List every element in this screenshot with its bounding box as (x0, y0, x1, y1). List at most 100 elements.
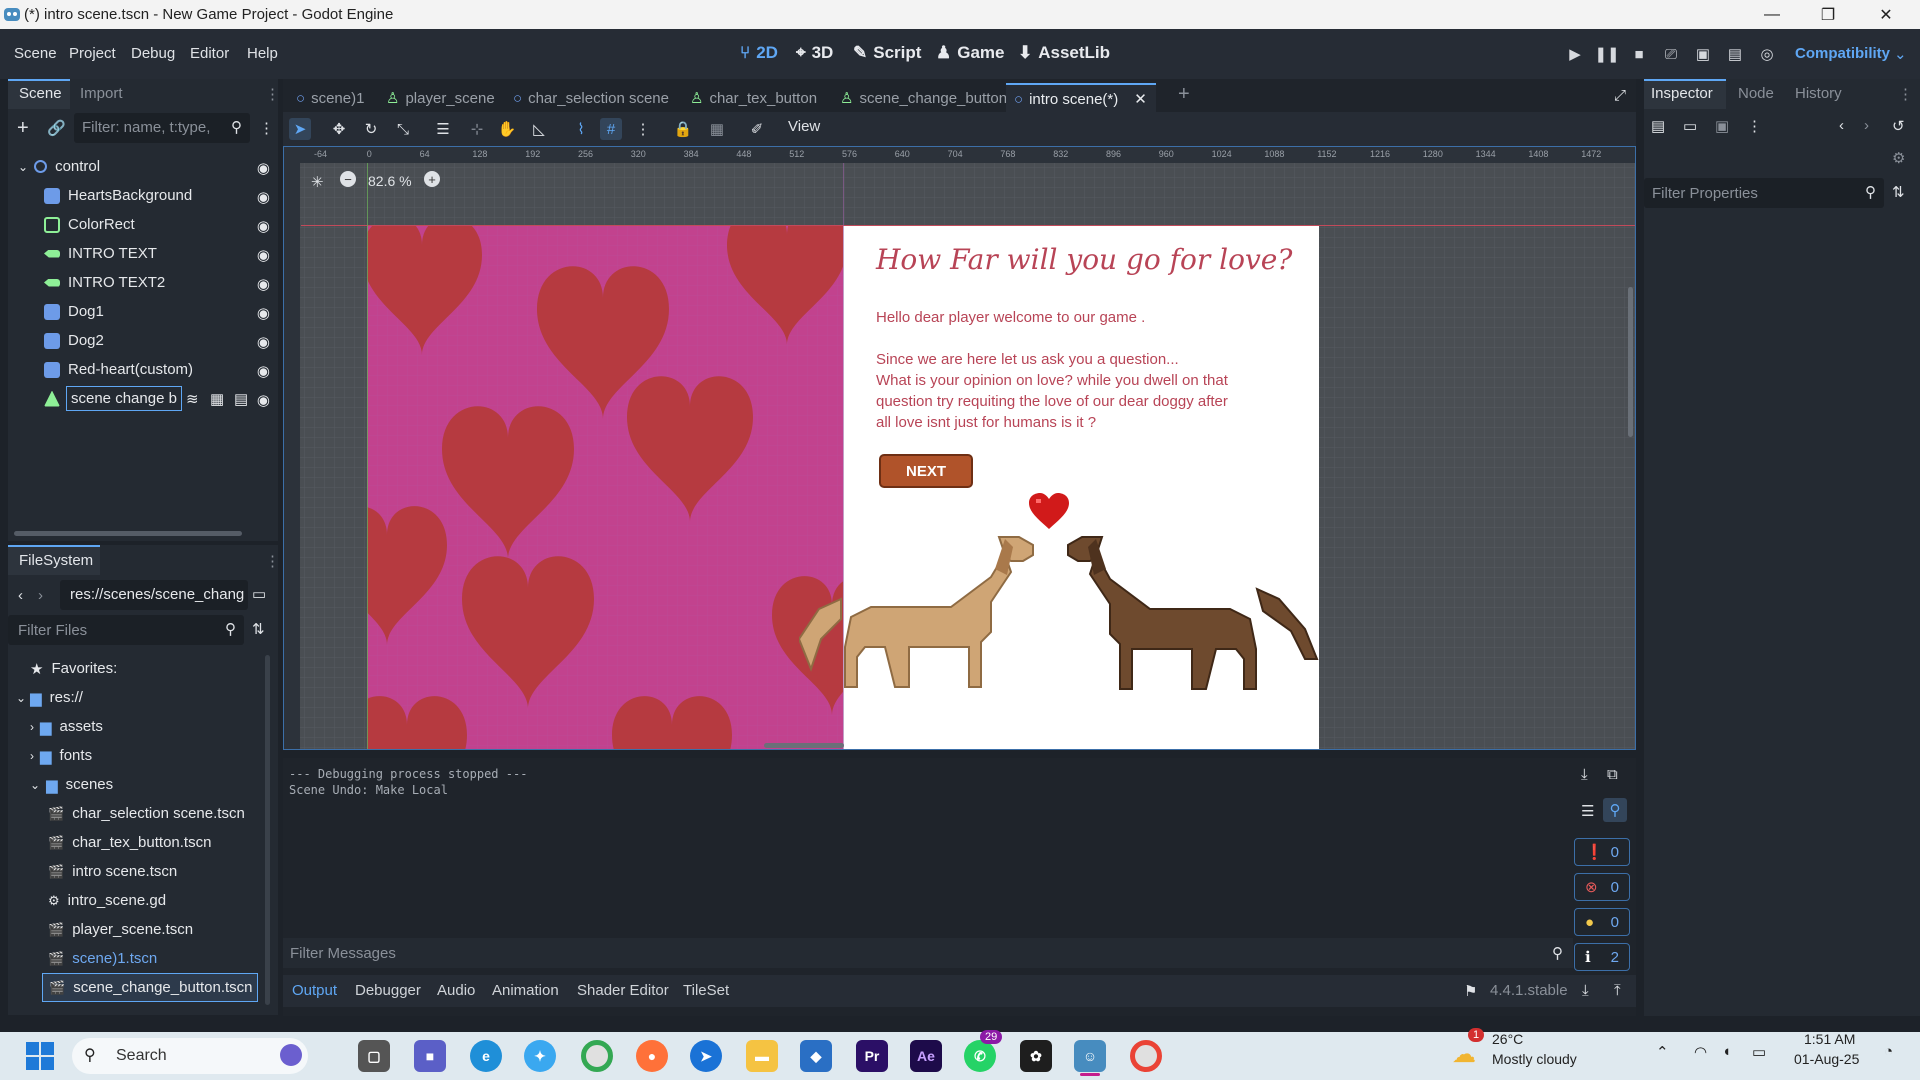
bone-icon[interactable]: ✐ (746, 118, 768, 140)
scene-options-icon[interactable]: ⋮ (259, 119, 274, 137)
filter-messages-input[interactable]: Filter Messages ⚲ (283, 938, 1573, 968)
visibility-eye-icon[interactable]: ◉ (257, 391, 270, 409)
tab-audio[interactable]: Audio (437, 982, 475, 999)
visibility-eye-icon[interactable]: ◉ (257, 217, 270, 235)
previous-icon[interactable]: ‹ (1839, 117, 1844, 134)
group-icon[interactable]: ▦ (706, 118, 728, 140)
zoom-level[interactable]: 82.6 % (368, 173, 412, 189)
new-resource-icon[interactable]: ▤ (1651, 117, 1665, 135)
canvas-horizontal-scrollbar[interactable] (764, 743, 844, 748)
premiere-pro-icon[interactable]: Pr (856, 1040, 888, 1072)
stop-icon[interactable]: ■ (1630, 45, 1648, 63)
chrome-icon[interactable] (581, 1040, 613, 1072)
main-screen-game-button[interactable]: ♟ Game (936, 43, 1005, 63)
scene-tree-node[interactable]: Dog2 ◉ (8, 326, 278, 355)
file-item[interactable]: 🎬 char_selection scene.tscn (48, 799, 264, 828)
main-screen-2d-button[interactable]: ⑂ 2D (740, 43, 778, 63)
copilot-icon[interactable]: ✦ (524, 1040, 556, 1072)
script-icon[interactable]: ▤ (234, 390, 248, 408)
visibility-eye-icon[interactable]: ◉ (257, 246, 270, 264)
maximize-button[interactable]: ❐ (1800, 0, 1856, 29)
shield-app-icon[interactable]: ◆ (800, 1040, 832, 1072)
tab-filesystem[interactable]: FileSystem (19, 552, 93, 569)
file-item[interactable]: ⚙ intro_scene.gd (48, 886, 264, 915)
zoom-out-icon[interactable]: − (340, 171, 356, 187)
move-mode-icon[interactable]: ✥ (328, 118, 350, 140)
taskbar-search-box[interactable]: ⚲ Search (72, 1038, 308, 1074)
pan-mode-icon[interactable]: ✋ (496, 118, 518, 140)
forward-icon[interactable]: › (38, 587, 43, 604)
clock-date[interactable]: 01-Aug-25 (1794, 1051, 1859, 1067)
folder-scenes[interactable]: ⌄ ▆ scenes (30, 770, 290, 799)
app-arrow-icon[interactable]: ➤ (690, 1040, 722, 1072)
scene-tab[interactable]: ♙ player_scene (386, 83, 495, 113)
distraction-free-icon[interactable]: ⤢ (1614, 87, 1626, 104)
main-screen-script-button[interactable]: ✎ Script (853, 43, 921, 63)
back-icon[interactable]: ‹ (18, 587, 23, 604)
grid-snap-icon[interactable]: # (600, 118, 622, 140)
visibility-eye-icon[interactable]: ◉ (257, 362, 270, 380)
dock-menu-icon[interactable]: ⋮ (265, 85, 280, 103)
res-root-folder[interactable]: ⌄ ▆ res:// (16, 683, 276, 712)
close-window-button[interactable]: ✕ (1858, 0, 1914, 29)
collapse-icon[interactable]: ☰ (1581, 802, 1594, 820)
tab-import[interactable]: Import (80, 85, 123, 102)
visibility-eye-icon[interactable]: ◉ (257, 333, 270, 351)
main-screen-assetlib-button[interactable]: ⬇ AssetLib (1018, 43, 1110, 63)
add-tab-icon[interactable]: + (1178, 83, 1190, 106)
rotate-mode-icon[interactable]: ↻ (360, 118, 382, 140)
snap-options-icon[interactable]: ⋮ (632, 118, 654, 140)
remote-debug-icon[interactable]: ⎚ (1662, 45, 1680, 63)
visibility-eye-icon[interactable]: ◉ (257, 275, 270, 293)
scene-tab[interactable]: ♙ scene_change_button (840, 83, 1007, 113)
tab-tileset[interactable]: TileSet (683, 982, 729, 999)
firefox-icon[interactable]: ● (636, 1040, 668, 1072)
filter-toggle-icon[interactable]: ⚲ (1603, 798, 1627, 822)
folder-fonts[interactable]: › ▆ fonts (30, 741, 290, 770)
visibility-eye-icon[interactable]: ◉ (257, 159, 270, 177)
tab-debugger[interactable]: Debugger (355, 982, 421, 999)
lock-icon[interactable]: 🔒 (672, 118, 694, 140)
figma-icon[interactable]: ✿ (1020, 1040, 1052, 1072)
after-effects-icon[interactable]: Ae (910, 1040, 942, 1072)
whatsapp-icon[interactable]: ✆ (964, 1040, 996, 1072)
chevron-down-icon[interactable]: ⌄ (1894, 45, 1907, 63)
run-current-scene-icon[interactable]: ▣ (1694, 45, 1712, 63)
toggle-split-icon[interactable]: ▭ (252, 585, 266, 603)
sort-icon[interactable]: ⇅ (252, 620, 265, 638)
dock-menu-icon[interactable]: ⋮ (265, 552, 280, 570)
select-mode-icon[interactable]: ➤ (289, 118, 311, 140)
menu-help[interactable]: Help (247, 45, 278, 62)
scroll-lock-icon[interactable]: ⤓ (1581, 766, 1588, 783)
menu-editor[interactable]: Editor (190, 45, 229, 62)
scene-tree-node[interactable]: ⌄ control ◉ (8, 152, 278, 181)
ruler-mode-icon[interactable]: ◺ (528, 118, 550, 140)
smart-snap-icon[interactable]: ⌇ (570, 118, 592, 140)
scene-tree-node[interactable]: Dog1 ◉ (8, 297, 278, 326)
scene-tree-node[interactable]: Red-heart(custom) ◉ (8, 355, 278, 384)
edge-icon[interactable]: e (470, 1040, 502, 1072)
dock-menu-icon[interactable]: ⋮ (1898, 85, 1913, 103)
scene-filter-input[interactable]: Filter: name, t:type, ⚲ (74, 113, 250, 143)
scene-tab[interactable]: ♙ char_tex_button (690, 83, 817, 113)
task-view-icon[interactable]: ▢ (358, 1040, 390, 1072)
scene-tree-node[interactable]: ColorRect ◉ (8, 210, 278, 239)
file-item[interactable]: 🎬 intro scene.tscn (48, 857, 264, 886)
zoom-in-icon[interactable]: + (424, 171, 440, 187)
group-node-icon[interactable]: ▦ (210, 390, 224, 408)
run-custom-scene-icon[interactable]: ▤ (1726, 45, 1744, 63)
play-icon[interactable]: ▶ (1566, 45, 1584, 63)
minimize-button[interactable]: — (1744, 0, 1800, 29)
scene-tab[interactable]: ○ intro scene(*) ✕ (1006, 83, 1156, 113)
weather-icon[interactable]: ☁ (1452, 1040, 1476, 1069)
tab-node[interactable]: Node (1738, 85, 1774, 102)
scene-tree-node[interactable]: INTRO TEXT2 ◉ (8, 268, 278, 297)
scene-tree-node[interactable]: scene change b ≋ ▦ ▤ ◉ (8, 384, 278, 413)
filesystem-scrollbar[interactable] (265, 655, 270, 1005)
folder-assets[interactable]: › ▆ assets (30, 712, 290, 741)
wifi-icon[interactable]: ◠ (1694, 1043, 1707, 1061)
visibility-eye-icon[interactable]: ◉ (257, 188, 270, 206)
movie-maker-icon[interactable]: ◎ (1758, 45, 1776, 63)
menu-scene[interactable]: Scene (14, 45, 57, 62)
chrome-profile-icon[interactable] (1130, 1040, 1162, 1072)
